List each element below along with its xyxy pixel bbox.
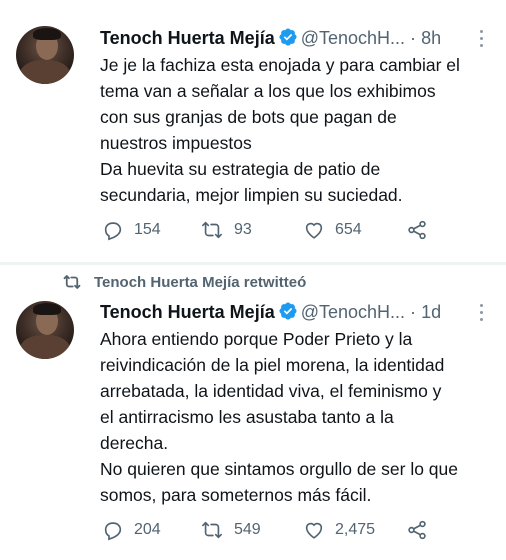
tweet-text-line: secundaria, mejor limpien su suciedad. [100,185,403,205]
retweeted-by-text: Tenoch Huerta Mejía retwitteó [94,273,307,291]
author-handle[interactable]: @TenochH... [301,302,405,322]
heart-icon [305,522,323,539]
retweet-icon [63,275,81,289]
tweet-text-line: tema van a señalar a los que los exhibim… [100,81,436,101]
tweet-actions: 204 549 2,475 [100,518,440,542]
tweet-header: Tenoch Huerta Mejía @TenochH... · 1d [100,300,441,324]
author-name[interactable]: Tenoch Huerta Mejía [100,28,275,48]
reply-count: 204 [134,521,161,538]
tweet[interactable]: Tenoch Huerta Mejía @TenochH... · 8h Je j… [0,0,506,262]
reply-icon [104,522,122,541]
tweet[interactable]: Tenoch Huerta Mejía retwitteó Tenoch Hue… [0,265,506,560]
separator-dot: · [410,302,417,322]
like-button[interactable]: 654 [303,218,362,242]
share-icon [408,220,426,240]
tweet-text-line: nuestros impuestos [100,133,252,153]
retweeted-by-banner[interactable]: Tenoch Huerta Mejía retwitteó [62,271,306,293]
retweet-icon [202,221,222,239]
tweet-text-line: derecha. [100,433,169,453]
like-count: 654 [335,221,362,238]
tweet-text: Ahora entiendo porque Poder Prieto y la … [100,326,500,508]
tweet-text-line: el antirracismo les asustaba tanto a la [100,407,394,427]
more-options-icon[interactable] [472,300,490,324]
retweet-icon [202,521,222,539]
tweet-actions: 154 93 654 [100,218,440,242]
verified-badge-icon [278,301,298,327]
retweet-button[interactable]: 93 [200,218,252,242]
tweet-text-line: reivindicación de la piel morena, la ide… [100,355,445,375]
tweet-text: Je je la fachiza esta enojada y para cam… [100,52,500,208]
retweet-count: 93 [234,221,252,238]
share-button[interactable] [406,518,438,542]
tweet-text-line: somos, para someternos más fácil. [100,485,372,505]
tweet-text-line: con sus granjas de bots que pagan de [100,107,397,127]
separator-dot: · [410,28,417,48]
more-options-icon[interactable] [472,26,490,50]
retweet-count: 549 [234,521,261,538]
avatar[interactable] [16,301,74,359]
avatar[interactable] [16,26,74,84]
share-button[interactable] [406,218,438,242]
reply-count: 154 [134,221,161,238]
verified-badge-icon [278,27,298,53]
tweet-text-line: Da huevita su estrategia de patio de [100,159,381,179]
timestamp[interactable]: 1d [421,302,441,322]
tweet-text-line: Ahora entiendo porque Poder Prieto y la [100,329,413,349]
tweet-text-line: arrebatada, la identidad viva, el femini… [100,381,442,401]
heart-icon [305,222,323,239]
like-button[interactable]: 2,475 [303,518,375,542]
share-icon [408,520,426,540]
author-handle[interactable]: @TenochH... [301,28,405,48]
reply-button[interactable]: 154 [102,218,161,242]
tweet-text-line: Je je la fachiza esta enojada y para cam… [100,55,460,75]
tweet-header: Tenoch Huerta Mejía @TenochH... · 8h [100,26,441,50]
reply-button[interactable]: 204 [102,518,161,542]
retweet-button[interactable]: 549 [200,518,261,542]
reply-icon [104,222,122,241]
tweet-text-line: No quieren que sintamos orgullo de ser l… [100,459,458,479]
like-count: 2,475 [335,521,376,538]
timestamp[interactable]: 8h [421,28,441,48]
author-name[interactable]: Tenoch Huerta Mejía [100,302,275,322]
